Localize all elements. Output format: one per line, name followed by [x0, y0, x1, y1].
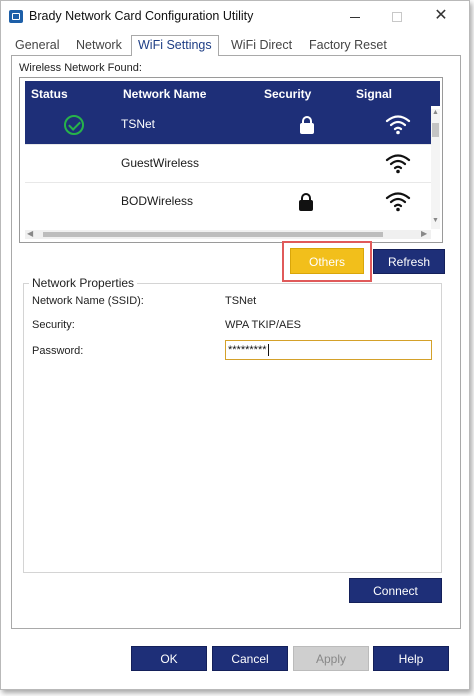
cancel-button[interactable]: Cancel [212, 646, 288, 671]
tab-factory-reset[interactable]: Factory Reset [309, 38, 387, 52]
tab-bar: General Network WiFi Settings WiFi Direc… [9, 35, 461, 56]
app-icon [9, 10, 23, 23]
close-button[interactable]: ✕ [423, 5, 459, 27]
network-row-tsnet[interactable]: TSNet [25, 106, 431, 144]
lock-icon [299, 193, 313, 211]
minimize-button[interactable] [337, 5, 373, 27]
wifi-signal-icon [385, 115, 411, 135]
network-name: TSNet [121, 117, 156, 131]
vertical-scroll-thumb[interactable] [432, 123, 439, 137]
connect-button[interactable]: Connect [349, 578, 442, 603]
password-field[interactable]: ********* [225, 340, 432, 360]
text-caret [267, 344, 269, 357]
column-signal[interactable]: Signal [356, 87, 392, 101]
wifi-signal-icon [385, 154, 411, 174]
security-value: WPA TKIP/AES [225, 319, 302, 331]
scroll-right-icon[interactable]: ▶ [421, 229, 427, 238]
close-icon: ✕ [434, 7, 448, 24]
maximize-button [379, 5, 415, 27]
wireless-found-label: Wireless Network Found: [19, 62, 142, 74]
password-value: ********* [228, 344, 267, 356]
horizontal-scrollbar[interactable]: ◀ ▶ [25, 229, 431, 239]
lock-icon [300, 116, 314, 134]
ok-button[interactable]: OK [131, 646, 207, 671]
ssid-label: Network Name (SSID): [32, 295, 144, 307]
wifi-signal-icon [385, 192, 411, 212]
ssid-value: TSNet [225, 295, 257, 307]
network-name: GuestWireless [121, 156, 200, 170]
password-label: Password: [32, 345, 84, 357]
list-header: Status Network Name Security Signal [25, 81, 440, 106]
tab-general[interactable]: General [15, 38, 59, 52]
scroll-left-icon[interactable]: ◀ [27, 229, 33, 238]
column-security[interactable]: Security [264, 87, 311, 101]
security-label: Security: [32, 319, 75, 331]
network-row-guestwireless[interactable]: GuestWireless [25, 144, 431, 182]
network-list[interactable]: Status Network Name Security Signal TSNe… [19, 77, 443, 243]
apply-button: Apply [293, 646, 369, 671]
window-title: Brady Network Card Configuration Utility [29, 9, 254, 23]
others-button[interactable]: Others [290, 248, 364, 274]
column-status[interactable]: Status [31, 87, 68, 101]
tab-wifi-settings[interactable]: WiFi Settings [131, 35, 219, 56]
column-network-name[interactable]: Network Name [123, 87, 206, 101]
horizontal-scroll-thumb[interactable] [43, 232, 383, 237]
config-window: Brady Network Card Configuration Utility… [0, 0, 470, 690]
maximize-icon [392, 12, 402, 23]
scroll-down-icon[interactable]: ▼ [432, 217, 439, 224]
network-name: BODWireless [121, 194, 194, 208]
vertical-scrollbar[interactable]: ▲ ▼ [431, 109, 440, 229]
connected-check-icon [64, 115, 84, 135]
scroll-up-icon[interactable]: ▲ [432, 109, 439, 116]
tab-wifi-direct[interactable]: WiFi Direct [231, 38, 292, 52]
title-bar: Brady Network Card Configuration Utility… [1, 1, 469, 33]
help-button[interactable]: Help [373, 646, 449, 671]
tab-network[interactable]: Network [76, 38, 122, 52]
refresh-button[interactable]: Refresh [373, 249, 445, 274]
minimize-icon [350, 16, 360, 18]
network-properties-title: Network Properties [29, 276, 138, 290]
network-row-bodwireless[interactable]: BODWireless [25, 182, 431, 220]
